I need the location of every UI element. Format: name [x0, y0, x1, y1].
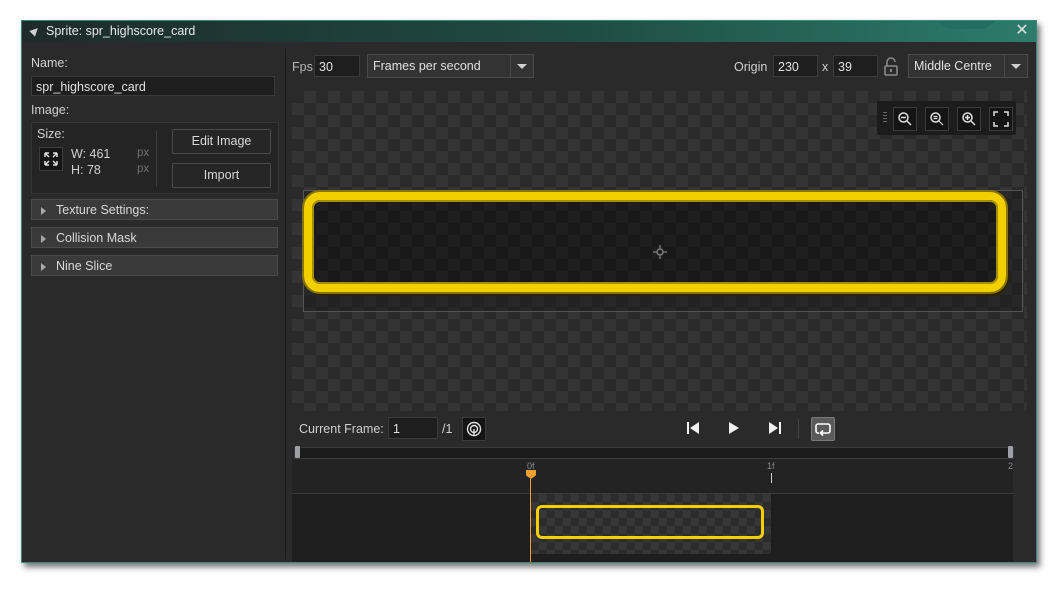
scroll-handle-left[interactable]	[295, 446, 300, 458]
sprite-properties-panel: Name: spr_highscore_card Image: Size: W:…	[28, 49, 280, 559]
tick-mark	[771, 473, 772, 483]
playhead-marker[interactable]	[526, 470, 536, 479]
playhead-line	[530, 479, 531, 562]
edit-image-button[interactable]: Edit Image	[172, 129, 271, 154]
loop-toggle-icon[interactable]	[811, 417, 835, 441]
name-label: Name:	[31, 56, 68, 70]
play-icon[interactable]	[722, 417, 744, 439]
current-frame-input[interactable]: 1	[388, 417, 438, 439]
section-nine-slice[interactable]: Nine Slice	[31, 255, 278, 276]
sprite-name-input[interactable]: spr_highscore_card	[31, 76, 275, 96]
title-bar[interactable]: Sprite: spr_highscore_card ✕	[22, 21, 1036, 42]
tick-label: 1f	[767, 461, 775, 471]
import-button[interactable]: Import	[172, 163, 271, 188]
collapse-triangle-icon[interactable]	[29, 25, 41, 37]
skip-to-end-icon[interactable]	[764, 417, 786, 439]
tick-label: 0f	[527, 461, 535, 471]
zoom-out-icon[interactable]	[893, 107, 917, 131]
origin-separator: x	[822, 60, 829, 74]
lock-icon[interactable]	[883, 57, 899, 77]
frame-timeline: 0f 1f 2	[292, 446, 1014, 562]
timeline-ruler[interactable]: 0f 1f 2	[292, 459, 1013, 494]
origin-preset-value: Middle Centre	[914, 59, 992, 73]
timeline-scrollbar[interactable]	[294, 446, 1014, 459]
section-label: Texture Settings:	[56, 203, 150, 217]
width-unit: px	[137, 147, 150, 159]
drag-handle-icon[interactable]	[883, 112, 887, 124]
playback-bar: Current Frame: 1 /1	[292, 416, 1027, 442]
expand-arrow-icon	[41, 207, 46, 215]
skip-to-start-icon[interactable]	[682, 417, 704, 439]
sprite-canvas[interactable]	[292, 91, 1027, 411]
chevron-down-icon	[1004, 55, 1027, 77]
frame-thumbnail-image	[536, 505, 764, 539]
origin-preset-dropdown[interactable]: Middle Centre	[908, 54, 1028, 78]
frame-thumbnail[interactable]	[531, 494, 771, 554]
resize-icon[interactable]	[39, 147, 63, 171]
height-unit: px	[137, 163, 150, 175]
section-texture-settings[interactable]: Texture Settings:	[31, 199, 278, 220]
origin-label: Origin	[734, 60, 768, 74]
zoom-in-icon[interactable]	[957, 107, 981, 131]
sprite-editor-window: Sprite: spr_highscore_card ✕ Name: spr_h…	[21, 20, 1037, 563]
panel-divider[interactable]	[285, 49, 286, 559]
image-label: Image:	[31, 103, 70, 117]
speed-mode-value: Frames per second	[373, 59, 481, 73]
origin-x-input[interactable]: 230	[773, 55, 818, 77]
width-value: W: 461	[71, 147, 111, 161]
size-divider	[156, 131, 157, 187]
tick-label: 2	[1008, 461, 1014, 471]
expand-arrow-icon	[41, 263, 46, 271]
origin-y-input[interactable]: 39	[833, 55, 878, 77]
window-title: Sprite: spr_highscore_card	[46, 24, 196, 38]
image-size-box: Size: W: 461 H: 78 px px Edit Image Impo…	[31, 122, 279, 194]
section-collision-mask[interactable]: Collision Mask	[31, 227, 278, 248]
frame-total: /1	[442, 422, 453, 436]
origin-crosshair-icon[interactable]	[653, 245, 667, 259]
zoom-reset-icon[interactable]	[925, 107, 949, 131]
frame-track[interactable]	[292, 494, 1013, 562]
zoom-toolbar	[877, 101, 1016, 135]
section-label: Nine Slice	[56, 259, 113, 273]
title-notch-decoration	[936, 21, 996, 29]
chevron-down-icon	[510, 55, 533, 77]
scroll-handle-right[interactable]	[1008, 446, 1013, 458]
sprite-image-preview	[304, 192, 1006, 292]
fps-label: Fps	[292, 60, 313, 74]
playbar-divider	[798, 419, 799, 439]
size-label: Size:	[37, 127, 65, 141]
fit-to-view-icon[interactable]	[989, 107, 1013, 131]
expand-arrow-icon	[41, 235, 46, 243]
current-frame-label: Current Frame:	[299, 422, 384, 436]
height-value: H: 78	[71, 163, 101, 177]
onion-skin-icon[interactable]	[462, 417, 486, 441]
speed-mode-dropdown[interactable]: Frames per second	[367, 54, 534, 78]
section-label: Collision Mask	[56, 231, 137, 245]
fps-input[interactable]: 30	[314, 55, 360, 77]
close-icon[interactable]: ✕	[1014, 22, 1030, 40]
